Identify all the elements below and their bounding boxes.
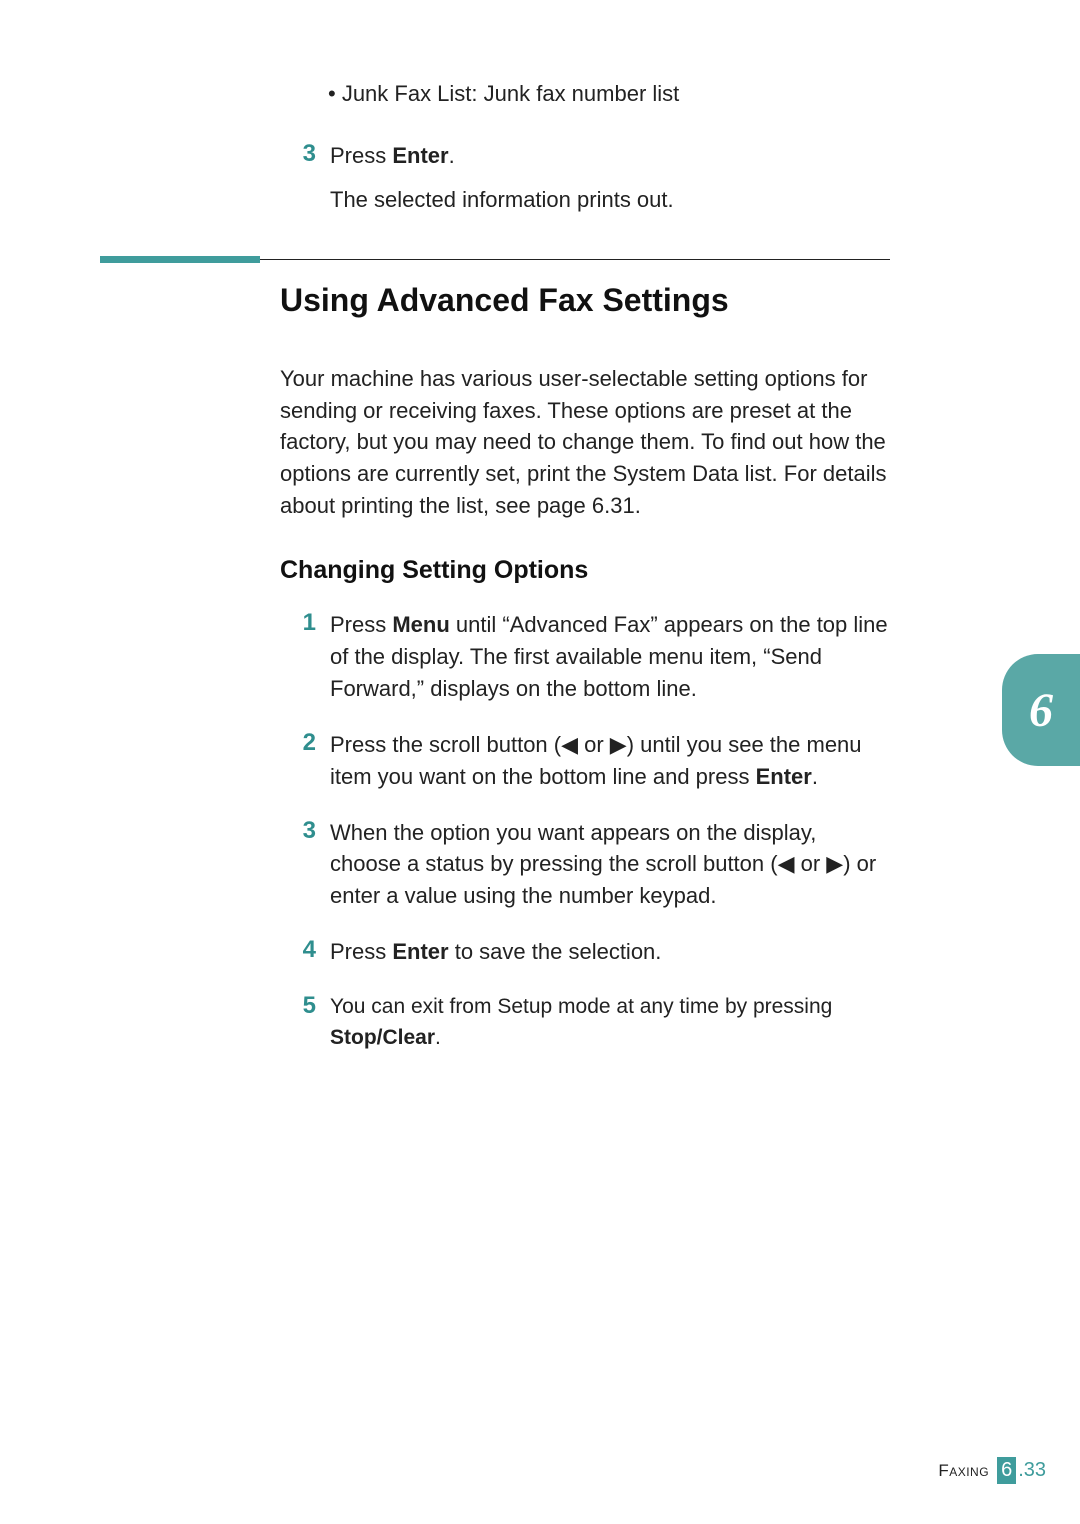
list-item: 1 Press Menu until “Advanced Fax” appears… [280, 609, 890, 705]
step-body: When the option you want appears on the … [330, 817, 890, 913]
footer-section-label: Faxing [938, 1461, 989, 1481]
step-number: 2 [280, 729, 316, 757]
top-step-3: 3 Press Enter. The selected information … [280, 140, 890, 216]
section-divider [100, 256, 890, 264]
chapter-tab: 6 [1002, 654, 1080, 766]
text: . [812, 764, 818, 789]
step-body: Press Enter. The selected information pr… [330, 140, 674, 216]
step-number: 4 [280, 936, 316, 964]
step-body: Press Enter to save the selection. [330, 936, 661, 968]
footer-chapter-number: 6 [1001, 1459, 1012, 1482]
text: Press [330, 939, 392, 964]
content-column: • Junk Fax List: Junk fax number list 3 … [280, 78, 890, 1077]
steps-list: 1 Press Menu until “Advanced Fax” appears… [280, 609, 890, 1053]
list-item: 5 You can exit from Setup mode at any tim… [280, 992, 890, 1053]
text: Press [330, 612, 392, 637]
step-body: You can exit from Setup mode at any time… [330, 992, 890, 1053]
step-number: 3 [280, 140, 316, 168]
text: Press [330, 143, 392, 168]
step-number: 5 [280, 992, 316, 1020]
step-number: 3 [280, 817, 316, 845]
step-body: Press the scroll button (◀ or ▶) until y… [330, 729, 890, 793]
subsection-title: Changing Setting Options [280, 556, 890, 585]
footer-page-number: .33 [1018, 1459, 1046, 1482]
section-title: Using Advanced Fax Settings [280, 282, 890, 319]
page-footer: Faxing 6 .33 [938, 1457, 1046, 1484]
step-body: Press Menu until “Advanced Fax” appears … [330, 609, 890, 705]
bold-text: Enter [756, 764, 812, 789]
list-item: 2 Press the scroll button (◀ or ▶) until … [280, 729, 890, 793]
text: . [435, 1026, 441, 1049]
text: to save the selection. [449, 939, 662, 964]
text: . [449, 143, 455, 168]
step-subtext: The selected information prints out. [330, 184, 674, 216]
enter-label: Enter [392, 143, 448, 168]
text: When the option you want appears on the … [330, 820, 876, 909]
bullet-junk-fax-list: • Junk Fax List: Junk fax number list [328, 78, 890, 110]
page: • Junk Fax List: Junk fax number list 3 … [0, 0, 1080, 1524]
section-intro: Your machine has various user-selectable… [280, 363, 890, 522]
text: You can exit from Setup mode at any time… [330, 995, 832, 1018]
list-item: 4 Press Enter to save the selection. [280, 936, 890, 968]
bold-text: Enter [392, 939, 448, 964]
footer-chapter-box: 6 [997, 1457, 1016, 1484]
step-number: 1 [280, 609, 316, 637]
list-item: 3 When the option you want appears on the… [280, 817, 890, 913]
divider-accent [100, 256, 260, 263]
bold-text: Menu [392, 612, 449, 637]
bold-text: Stop/Clear [330, 1026, 435, 1049]
